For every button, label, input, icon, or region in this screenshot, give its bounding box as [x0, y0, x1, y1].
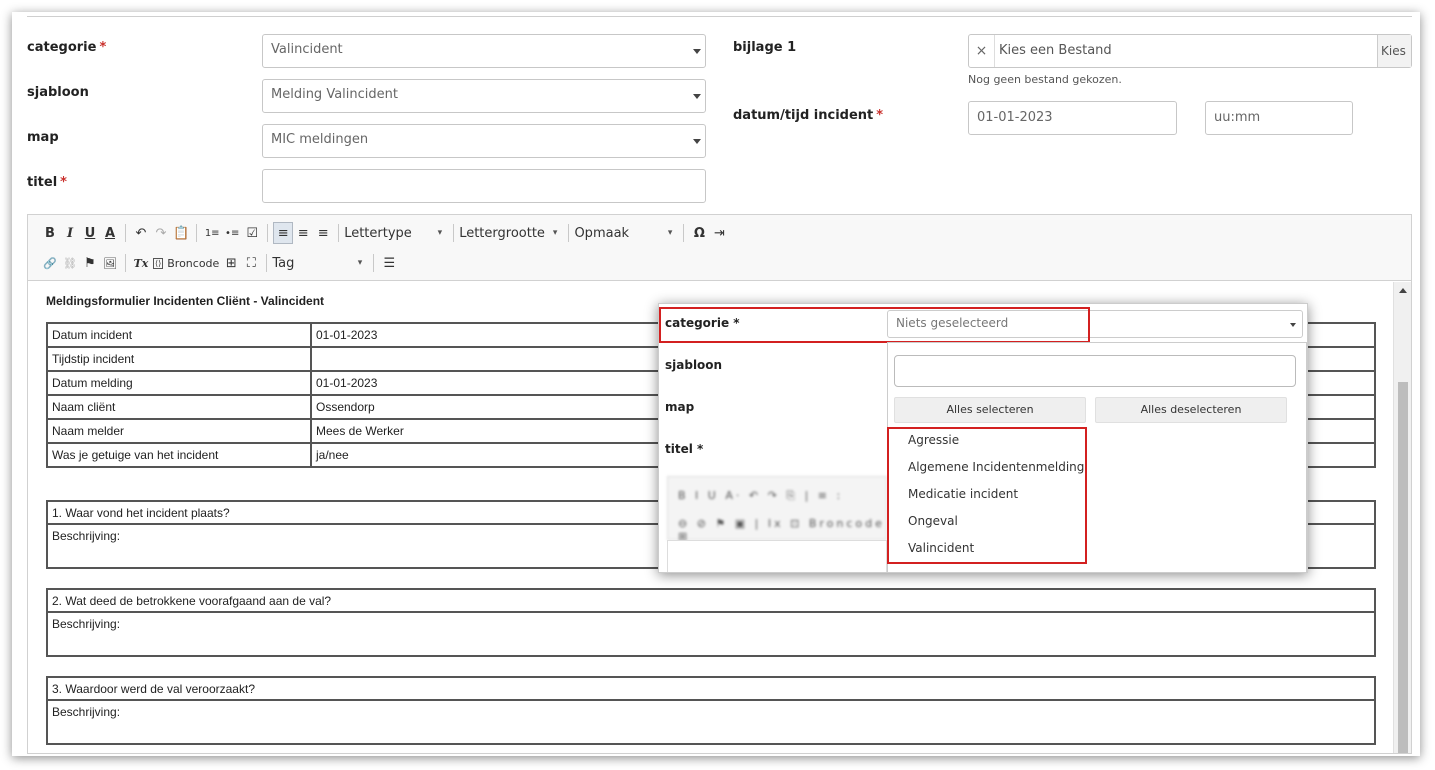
time-input[interactable]: uu:mm — [1205, 101, 1353, 135]
popup-titel-label: titel * — [665, 442, 704, 456]
source-button[interactable]: ⟨⟩ Broncode — [151, 252, 221, 274]
sjabloon-label: sjabloon — [27, 85, 89, 100]
chevron-down-icon: ▾ — [437, 228, 443, 238]
special-char-icon[interactable]: Ω — [689, 222, 709, 244]
document-title: Meldingsformulier Incidenten Cliënt - Va… — [46, 294, 325, 308]
map-select[interactable]: MIC meldingen — [262, 124, 706, 158]
italic-button[interactable]: I — [60, 222, 80, 244]
chevron-down-icon — [1290, 323, 1296, 327]
highlight-box-select — [659, 307, 1090, 343]
datum-tijd-label: datum/tijd incident * — [733, 108, 884, 123]
categorie-select[interactable]: Valincident — [262, 34, 706, 68]
image-icon[interactable]: 🖼 — [100, 252, 120, 274]
checklist-icon[interactable]: ☑ — [242, 222, 262, 244]
align-left-icon[interactable]: ≡ — [273, 222, 294, 244]
blurred-toolbar: B I U A· ↶ ↷ ⎘ | ≡ : ⊖ ⊘ ⚑ ▣ | Ix ⊡ Bron… — [667, 476, 887, 543]
editor-toolbar: B I U A ↶ ↷ 📋 1≡ •≡ ☑ ≡ ≡ ≡ Lettertype ▾ … — [28, 215, 1411, 281]
font-size-combo[interactable]: Lettergrootte ▾ — [459, 222, 563, 244]
format-combo[interactable]: Opmaak ▾ — [574, 222, 678, 244]
link-icon[interactable]: 🔗 — [40, 252, 60, 274]
cell-label: Datum incident — [46, 322, 312, 348]
toolbar-separator — [373, 254, 375, 272]
toolbar-row-2: 🔗 ⛓ ⚑ 🖼 Tx ⟨⟩ Broncode ⊞ ⛶ Tag ▾ ☰ — [40, 251, 399, 275]
bullet-list-icon[interactable]: •≡ — [222, 222, 242, 244]
toolbar-separator — [266, 254, 268, 272]
description-text: Beschrijving: — [52, 617, 121, 631]
toolbar-separator — [338, 224, 340, 242]
category-dropdown-callout: categorie * Niets geselecteerd sjabloon … — [658, 303, 1308, 573]
bold-button[interactable]: B — [40, 222, 60, 244]
align-center-icon[interactable]: ≡ — [293, 222, 313, 244]
file-status-text: Nog geen bestand gekozen. — [968, 73, 1122, 86]
text-color-button[interactable]: A — [100, 222, 120, 244]
cell-label: Was je getuige van het incident — [46, 442, 312, 468]
question-text: 3. Waardoor werd de val veroorzaakt? — [48, 678, 1374, 701]
description-text: Beschrijving: — [52, 705, 121, 719]
blurred-editor-area — [667, 540, 887, 572]
date-input[interactable]: 01-01-2023 — [968, 101, 1177, 135]
toolbar-separator — [196, 224, 198, 242]
map-label: map — [27, 130, 59, 145]
toolbar-separator — [683, 224, 685, 242]
toolbar-row-1: B I U A ↶ ↷ 📋 1≡ •≡ ☑ ≡ ≡ ≡ Lettertype ▾ … — [40, 221, 729, 245]
chevron-down-icon — [693, 49, 701, 54]
editor-scrollbar[interactable] — [1393, 282, 1411, 753]
ordered-list-icon[interactable]: 1≡ — [202, 222, 222, 244]
popup-sjabloon-label: sjabloon — [665, 358, 723, 372]
file-upload-field[interactable]: × Kies een Bestand Kies — [968, 34, 1412, 68]
toolbar-separator — [125, 254, 126, 272]
question-box: 3. Waardoor werd de val veroorzaakt? Bes… — [46, 676, 1376, 745]
close-icon[interactable]: × — [969, 35, 995, 67]
bijlage-label: bijlage 1 — [733, 40, 797, 55]
popup-map-label: map — [665, 400, 695, 414]
toolbar-separator — [453, 224, 455, 242]
scroll-up-icon[interactable] — [1399, 288, 1407, 293]
redo-icon[interactable]: ↷ — [151, 222, 171, 244]
select-all-button[interactable]: Alles selecteren — [894, 397, 1086, 423]
chevron-down-icon: ▾ — [667, 228, 673, 238]
font-family-combo[interactable]: Lettertype ▾ — [344, 222, 448, 244]
toolbar-separator — [568, 224, 570, 242]
chevron-down-icon: ▾ — [357, 258, 363, 268]
choose-file-button[interactable]: Kies — [1377, 35, 1411, 67]
underline-button[interactable]: U — [80, 222, 100, 244]
source-icon: ⟨⟩ — [153, 257, 164, 269]
toolbar-separator — [125, 224, 126, 242]
file-name-placeholder: Kies een Bestand — [999, 43, 1112, 58]
cell-label: Naam melder — [46, 418, 312, 444]
categorie-label: categorie * — [27, 40, 107, 55]
dropdown-search-input[interactable] — [894, 355, 1296, 387]
paste-icon[interactable]: 📋 — [171, 222, 191, 244]
deselect-all-button[interactable]: Alles deselecteren — [1095, 397, 1287, 423]
tag-combo[interactable]: Tag ▾ — [272, 252, 368, 274]
chevron-down-icon: ▾ — [552, 228, 558, 238]
clear-format-icon[interactable]: Tx — [131, 252, 151, 274]
cell-label: Datum melding — [46, 370, 312, 396]
cell-label: Tijdstip incident — [46, 346, 312, 372]
highlight-box-options — [887, 427, 1087, 564]
top-divider — [27, 16, 1412, 17]
chevron-down-icon — [693, 139, 701, 144]
unlink-icon[interactable]: ⛓ — [60, 252, 80, 274]
undo-icon[interactable]: ↶ — [131, 222, 151, 244]
chevron-down-icon — [693, 94, 701, 99]
titel-input[interactable] — [262, 169, 706, 203]
cell-label: Naam cliënt — [46, 394, 312, 420]
table-icon[interactable]: ⊞ — [221, 252, 241, 274]
horizontal-rule-icon[interactable]: ☰ — [379, 252, 399, 274]
align-right-icon[interactable]: ≡ — [313, 222, 333, 244]
question-box: 2. Wat deed de betrokkene voorafgaand aa… — [46, 588, 1376, 657]
toolbar-separator — [267, 224, 269, 242]
titel-label: titel * — [27, 175, 67, 190]
indent-icon[interactable]: ⇥ — [709, 222, 729, 244]
scroll-thumb[interactable] — [1398, 382, 1408, 753]
sjabloon-select[interactable]: Melding Valincident — [262, 79, 706, 113]
anchor-icon[interactable]: ⚑ — [80, 252, 100, 274]
fullscreen-icon[interactable]: ⛶ — [241, 252, 261, 274]
question-text: 2. Wat deed de betrokkene voorafgaand aa… — [48, 590, 1374, 613]
blurred-toolbar-row: B I U A· ↶ ↷ ⎘ | ≡ : — [678, 489, 844, 502]
